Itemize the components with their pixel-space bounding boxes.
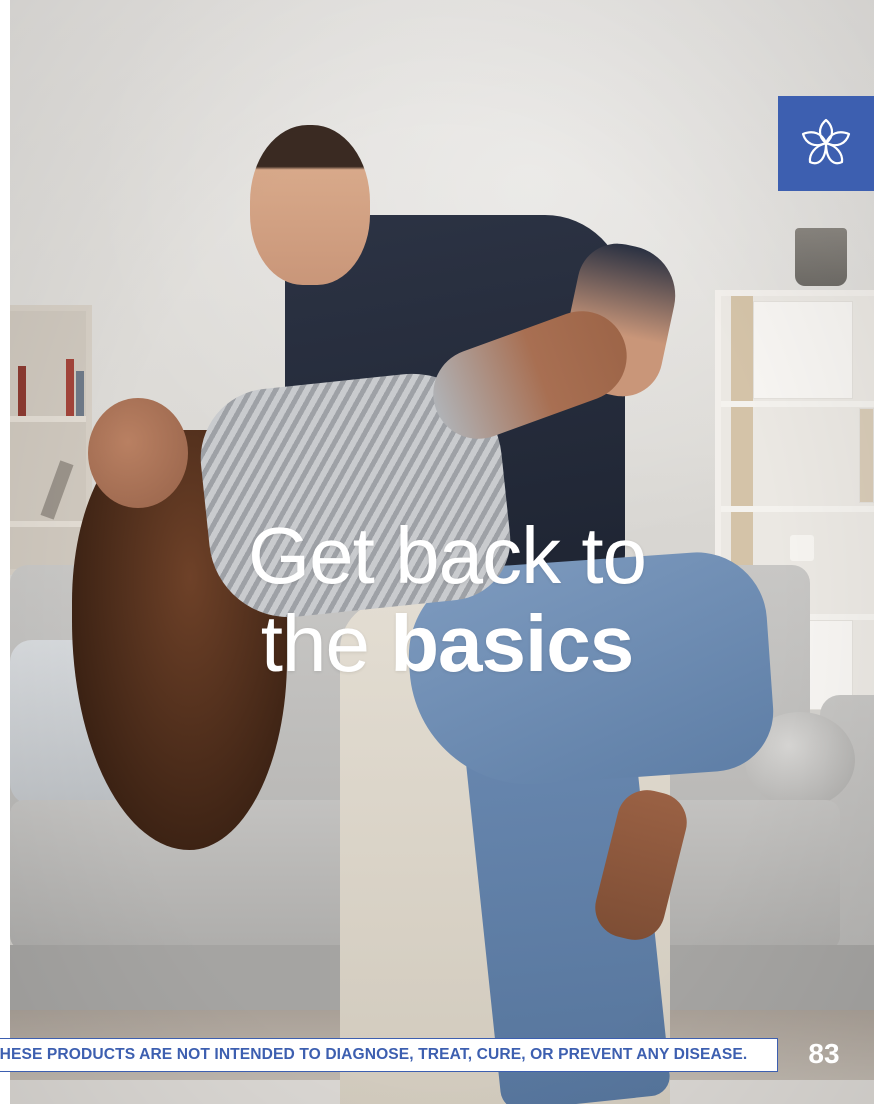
page-number: 83 bbox=[808, 1038, 840, 1069]
headline-line-2-regular: the bbox=[260, 599, 391, 688]
catalog-page: Get back to the basics THESE PRODUCTS AR… bbox=[0, 0, 874, 1104]
headline: Get back to the basics bbox=[150, 512, 744, 688]
disclaimer-text: THESE PRODUCTS ARE NOT INTENDED TO DIAGN… bbox=[0, 1046, 748, 1063]
brand-logo bbox=[778, 96, 874, 191]
headline-line-2: the basics bbox=[150, 600, 744, 688]
disclaimer-bar: THESE PRODUCTS ARE NOT INTENDED TO DIAGN… bbox=[0, 1038, 778, 1072]
flower-logo-icon bbox=[801, 118, 851, 164]
headline-emphasis: basics bbox=[390, 599, 634, 688]
headline-line-1: Get back to bbox=[247, 511, 647, 600]
